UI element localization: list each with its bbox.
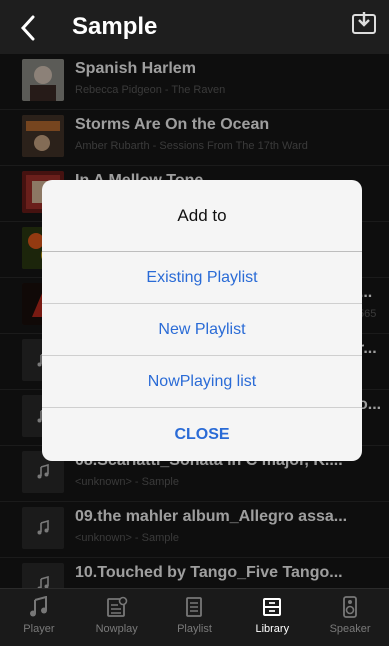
tab-library[interactable]: Library (233, 589, 311, 646)
speaker-icon (338, 595, 362, 619)
tab-playlist[interactable]: Playlist (156, 589, 234, 646)
header: Sample (0, 0, 389, 54)
add-to-dialog: Add to Existing Playlist New Playlist No… (42, 180, 362, 461)
tab-speaker[interactable]: Speaker (311, 589, 389, 646)
tab-player[interactable]: Player (0, 589, 78, 646)
playlist-icon (182, 595, 206, 619)
back-button[interactable] (14, 10, 42, 46)
tab-nowplay[interactable]: Nowplay (78, 589, 156, 646)
download-icon (352, 12, 376, 34)
new-playlist-button[interactable]: New Playlist (42, 304, 362, 356)
tab-label: Playlist (177, 623, 212, 635)
download-button[interactable] (351, 10, 379, 38)
library-icon (260, 595, 284, 619)
page-title: Sample (72, 13, 158, 40)
bottom-tab-bar: Player Nowplay Playlist Library Speaker (0, 588, 389, 646)
dialog-title: Add to (42, 180, 362, 252)
chevron-left-icon (20, 15, 35, 41)
tab-label: Nowplay (95, 623, 138, 635)
tab-label: Speaker (329, 623, 371, 635)
nowplay-icon (105, 595, 129, 619)
tab-label: Library (255, 623, 290, 635)
existing-playlist-button[interactable]: Existing Playlist (42, 252, 362, 304)
music-note-icon (27, 595, 51, 619)
close-button[interactable]: CLOSE (42, 408, 362, 461)
tab-label: Player (23, 623, 55, 635)
nowplaying-list-button[interactable]: NowPlaying list (42, 356, 362, 408)
